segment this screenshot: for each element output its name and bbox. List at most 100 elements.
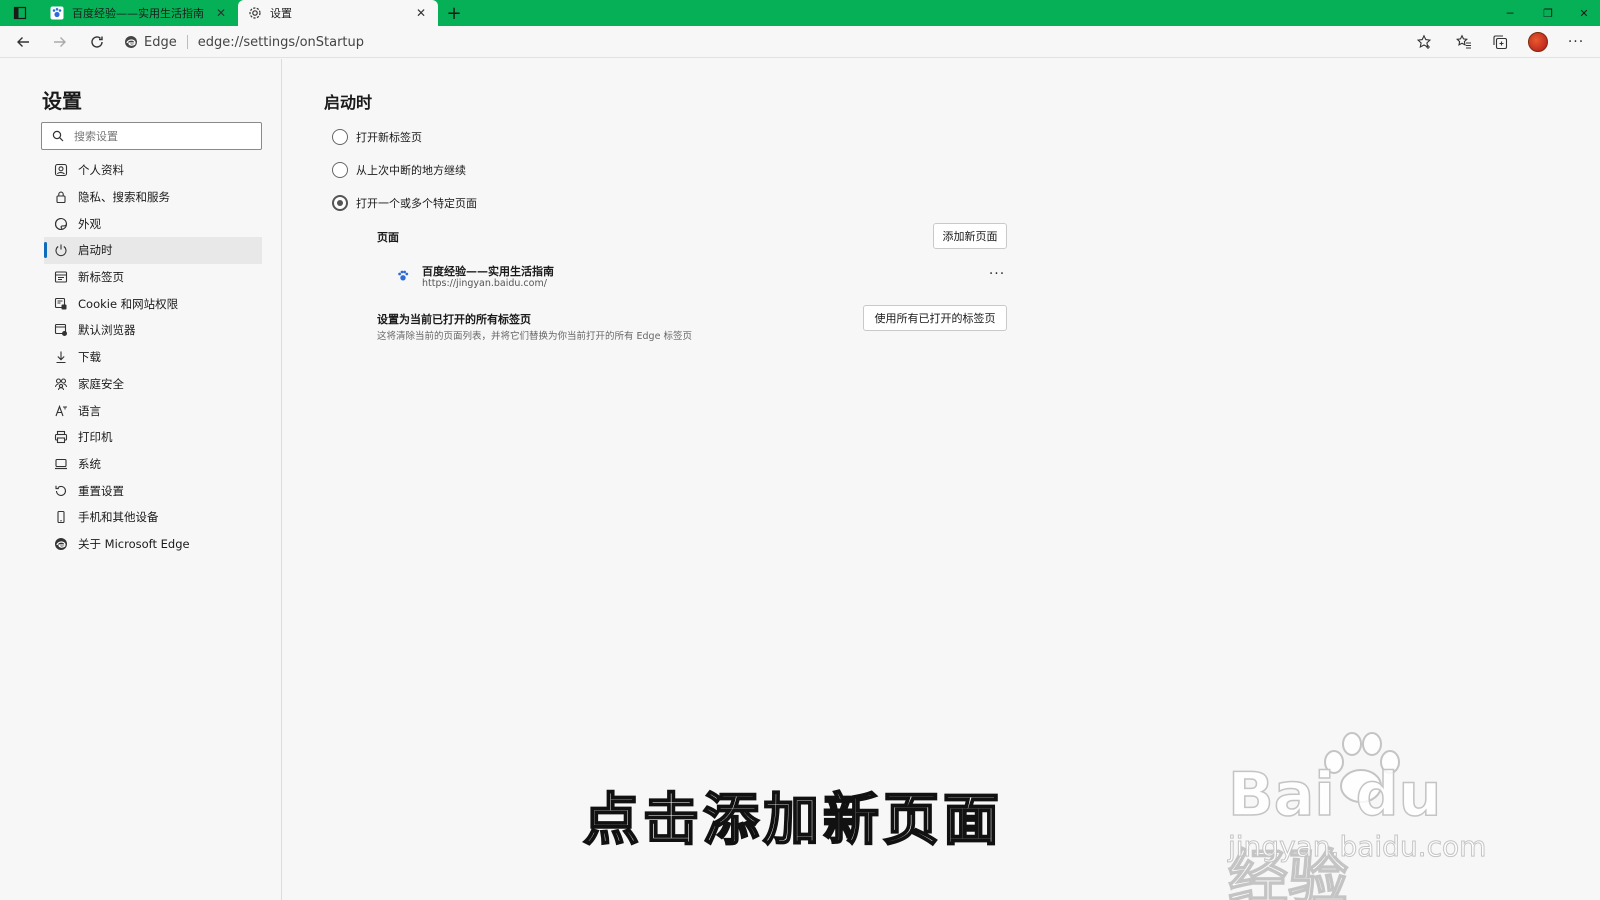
radio-label: 打开一个或多个特定页面 bbox=[356, 197, 477, 210]
radio-open-specific-pages[interactable]: 打开一个或多个特定页面 bbox=[332, 195, 477, 211]
favorites-icon bbox=[1456, 34, 1471, 49]
collections-button[interactable] bbox=[1486, 30, 1514, 54]
sidebar-item-new-tab[interactable]: 新标签页 bbox=[44, 264, 262, 291]
sidebar-item-label: 打印机 bbox=[78, 430, 113, 445]
radio-button[interactable] bbox=[332, 129, 348, 145]
add-favorite-button[interactable] bbox=[1410, 30, 1438, 54]
refresh-icon bbox=[91, 36, 103, 48]
url-text[interactable]: edge://settings/onStartup bbox=[188, 35, 364, 50]
lock-icon bbox=[54, 190, 68, 204]
sidebar-item-label: 下载 bbox=[78, 350, 101, 365]
settings-sidebar: 设置 个人资料 隐私、搜索和服务 外观 启动时 新标签页 Cookie 和网站权… bbox=[0, 59, 282, 900]
radio-button[interactable] bbox=[332, 195, 348, 211]
reset-icon bbox=[54, 484, 68, 498]
set-all-tabs-description: 这将清除当前的页面列表，并将它们替换为你当前打开的所有 Edge 标签页 bbox=[377, 331, 692, 342]
search-box[interactable] bbox=[41, 122, 262, 150]
more-icon: ··· bbox=[1567, 34, 1585, 50]
sidebar-item-family[interactable]: 家庭安全 bbox=[44, 371, 262, 398]
sidebar-item-privacy[interactable]: 隐私、搜索和服务 bbox=[44, 184, 262, 211]
sidebar-item-reset[interactable]: 重置设置 bbox=[44, 477, 262, 504]
sidebar-item-system[interactable]: 系统 bbox=[44, 451, 262, 478]
sidebar-item-languages[interactable]: 语言 bbox=[44, 397, 262, 424]
sidebar-item-printers[interactable]: 打印机 bbox=[44, 424, 262, 451]
family-icon bbox=[54, 377, 68, 391]
sidebar-item-label: 隐私、搜索和服务 bbox=[78, 190, 170, 205]
sidebar-item-label: 重置设置 bbox=[78, 483, 124, 498]
printer-icon bbox=[54, 430, 68, 444]
watermark-url-text: jingyan.baidu.com bbox=[1227, 830, 1487, 864]
forward-button[interactable] bbox=[47, 30, 73, 54]
page-title-text: 百度经验——实用生活指南 bbox=[422, 265, 554, 278]
radio-continue-where-left[interactable]: 从上次中断的地方继续 bbox=[332, 162, 466, 178]
restore-button[interactable]: ❐ bbox=[1530, 0, 1566, 26]
gear-icon bbox=[248, 6, 262, 20]
edge-chip: Edge bbox=[124, 35, 188, 50]
radio-open-new-tab[interactable]: 打开新标签页 bbox=[332, 129, 422, 145]
sidebar-item-cookies[interactable]: Cookie 和网站权限 bbox=[44, 290, 262, 317]
baidu-favicon-icon bbox=[50, 6, 64, 20]
profile-icon bbox=[54, 163, 68, 177]
baidu-watermark: Bai du 经验 jingyan.baidu.com bbox=[1227, 730, 1518, 900]
sidebar-item-default-browser[interactable]: 默认浏览器 bbox=[44, 317, 262, 344]
star-add-icon bbox=[1416, 34, 1432, 49]
settings-title: 设置 bbox=[42, 89, 82, 113]
language-icon bbox=[54, 404, 68, 418]
avatar bbox=[1528, 32, 1548, 52]
appearance-icon bbox=[54, 217, 68, 231]
title-bar: 百度经验——实用生活指南 ✕ 设置 ✕ + ─ ❐ ✕ bbox=[0, 0, 1600, 26]
newtab-icon bbox=[54, 270, 68, 284]
favorites-button[interactable] bbox=[1450, 30, 1478, 54]
profile-button[interactable] bbox=[1524, 30, 1552, 54]
tab-title: 设置 bbox=[270, 7, 292, 20]
back-button[interactable] bbox=[10, 30, 36, 54]
minimize-button[interactable]: ─ bbox=[1492, 0, 1528, 26]
tutorial-caption: 点击添加新页面 bbox=[582, 787, 1003, 854]
sidebar-item-profiles[interactable]: 个人资料 bbox=[44, 157, 262, 184]
collections-icon bbox=[1493, 35, 1508, 50]
forward-arrow-icon bbox=[54, 37, 66, 47]
page-url-text: https://jingyan.baidu.com/ bbox=[422, 278, 547, 289]
cookie-icon bbox=[54, 297, 68, 311]
sidebar-item-label: 手机和其他设备 bbox=[78, 510, 159, 525]
close-icon[interactable]: ✕ bbox=[414, 6, 428, 20]
add-new-page-button[interactable]: 添加新页面 bbox=[933, 223, 1007, 249]
sidebar-item-label: Cookie 和网站权限 bbox=[78, 296, 179, 311]
set-all-tabs-title: 设置为当前已打开的所有标签页 bbox=[377, 313, 531, 326]
address-bar[interactable]: Edge edge://settings/onStartup bbox=[124, 29, 1424, 55]
radio-label: 打开新标签页 bbox=[356, 131, 422, 144]
sidebar-item-label: 个人资料 bbox=[78, 163, 124, 178]
refresh-button[interactable] bbox=[84, 30, 110, 54]
use-all-open-tabs-button[interactable]: 使用所有已打开的标签页 bbox=[863, 305, 1007, 331]
sidebar-item-appearance[interactable]: 外观 bbox=[44, 210, 262, 237]
tab-actions-icon[interactable] bbox=[8, 4, 32, 22]
sidebar-item-downloads[interactable]: 下载 bbox=[44, 344, 262, 371]
search-input[interactable] bbox=[74, 129, 244, 143]
system-icon bbox=[54, 457, 68, 471]
settings-nav: 个人资料 隐私、搜索和服务 外观 启动时 新标签页 Cookie 和网站权限 默… bbox=[44, 157, 262, 557]
sidebar-item-label: 关于 Microsoft Edge bbox=[78, 536, 190, 551]
back-arrow-icon bbox=[17, 37, 29, 47]
window-close-button[interactable]: ✕ bbox=[1566, 0, 1600, 26]
sidebar-item-phone[interactable]: 手机和其他设备 bbox=[44, 504, 262, 531]
sidebar-item-on-startup[interactable]: 启动时 bbox=[44, 237, 262, 264]
page-list-item: 百度经验——实用生活指南 https://jingyan.baidu.com/ bbox=[396, 263, 996, 291]
radio-label: 从上次中断的地方继续 bbox=[356, 164, 466, 177]
sidebar-item-label: 系统 bbox=[78, 456, 101, 471]
more-options-button[interactable]: ··· bbox=[1562, 30, 1590, 54]
sidebar-item-label: 家庭安全 bbox=[78, 376, 124, 391]
edge-logo-icon bbox=[54, 537, 68, 551]
tab-baidu-jingyan[interactable]: 百度经验——实用生活指南 ✕ bbox=[40, 0, 238, 26]
sidebar-item-label: 语言 bbox=[78, 403, 101, 418]
sidebar-item-label: 新标签页 bbox=[78, 270, 124, 285]
tab-settings[interactable]: 设置 ✕ bbox=[238, 0, 438, 26]
search-icon bbox=[52, 130, 64, 142]
close-icon[interactable]: ✕ bbox=[214, 6, 228, 20]
page-more-actions-button[interactable]: ··· bbox=[983, 265, 1011, 283]
radio-button[interactable] bbox=[332, 162, 348, 178]
new-tab-button[interactable]: + bbox=[444, 3, 464, 24]
sidebar-item-label: 启动时 bbox=[78, 243, 113, 258]
power-icon bbox=[54, 243, 68, 257]
sidebar-item-label: 外观 bbox=[78, 216, 101, 231]
tab-title: 百度经验——实用生活指南 bbox=[72, 7, 204, 20]
sidebar-item-about[interactable]: 关于 Microsoft Edge bbox=[44, 531, 262, 558]
